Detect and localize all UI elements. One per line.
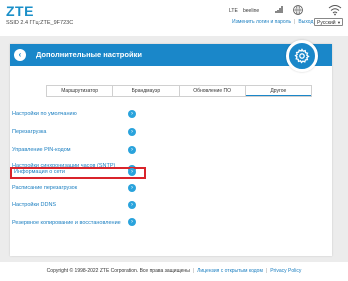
footer-separator: | [265,268,268,274]
link-separator: | [294,19,296,25]
page-title: Дополнительные настройки [36,50,142,59]
wifi-icon [328,5,342,16]
header-links: Изменить логин и пароль | Выход [232,19,313,25]
chevron-down-icon: ▼ [337,20,341,25]
gear-icon [294,48,310,64]
globe-icon [293,5,303,15]
list-item-factory-reset[interactable]: Настройки по умолчанию [12,110,132,119]
logout-link[interactable]: Выход [298,19,313,25]
settings-badge [286,40,318,72]
back-button[interactable]: ‹ [14,49,26,61]
chevron-right-icon[interactable]: › [128,218,136,226]
operator-name: beeline [243,8,260,14]
footer: Copyright © 1998-2022 ZTE Corporation. В… [0,262,348,281]
chevron-right-icon[interactable]: › [128,201,136,209]
language-value: Русский [317,20,336,26]
settings-tabs: Маршрутизатор Брандмауэр Обновление ПО Д… [46,85,312,97]
language-select[interactable]: Русский ▼ [314,18,343,26]
list-item-backup[interactable]: Резервное копирование и восстановление [12,216,124,231]
chevron-right-icon[interactable]: › [128,146,136,154]
copyright-text: Copyright © 1998-2022 ZTE Corporation. В… [46,268,190,274]
settings-panel: ‹ Дополнительные настройки Маршрутизатор… [10,40,332,256]
tab-router[interactable]: Маршрутизатор [47,86,114,96]
chevron-right-icon[interactable]: › [128,128,136,136]
list-item-network-info[interactable]: Информация о сети [14,168,134,177]
chevron-right-icon[interactable]: › [128,184,136,192]
chevron-right-icon[interactable]: › [128,110,136,118]
signal-strength-icon [275,6,283,13]
tab-firewall[interactable]: Брандмауэр [113,86,180,96]
main-area: ‹ Дополнительные настройки Маршрутизатор… [0,36,348,262]
panel-header: ‹ Дополнительные настройки [10,44,332,66]
list-item-ddns[interactable]: Настройки DDNS [12,201,132,210]
tab-update[interactable]: Обновление ПО [180,86,246,96]
list-item-reboot-schedule[interactable]: Расписание перезагрузок [12,184,132,193]
list-item-pin[interactable]: Управление PIN-кодом [12,146,132,155]
tab-other[interactable]: Другое [245,86,311,96]
privacy-policy-link[interactable]: Privacy Policy [270,268,301,274]
list-item-reboot[interactable]: Перезагрузка [12,128,132,137]
open-source-license-link[interactable]: Лицензия с открытым кодом [197,268,263,274]
chevron-right-icon[interactable]: › [128,168,136,176]
change-login-link[interactable]: Изменить логин и пароль [232,19,291,25]
ssid-label: SSID 2.4 ГГц:ZTE_9F723C [6,20,74,26]
footer-separator: | [192,268,195,274]
header: ZTE SSID 2.4 ГГц:ZTE_9F723C LTE beeline … [0,0,348,36]
network-type: LTE [229,8,238,14]
zte-logo: ZTE [6,3,34,19]
